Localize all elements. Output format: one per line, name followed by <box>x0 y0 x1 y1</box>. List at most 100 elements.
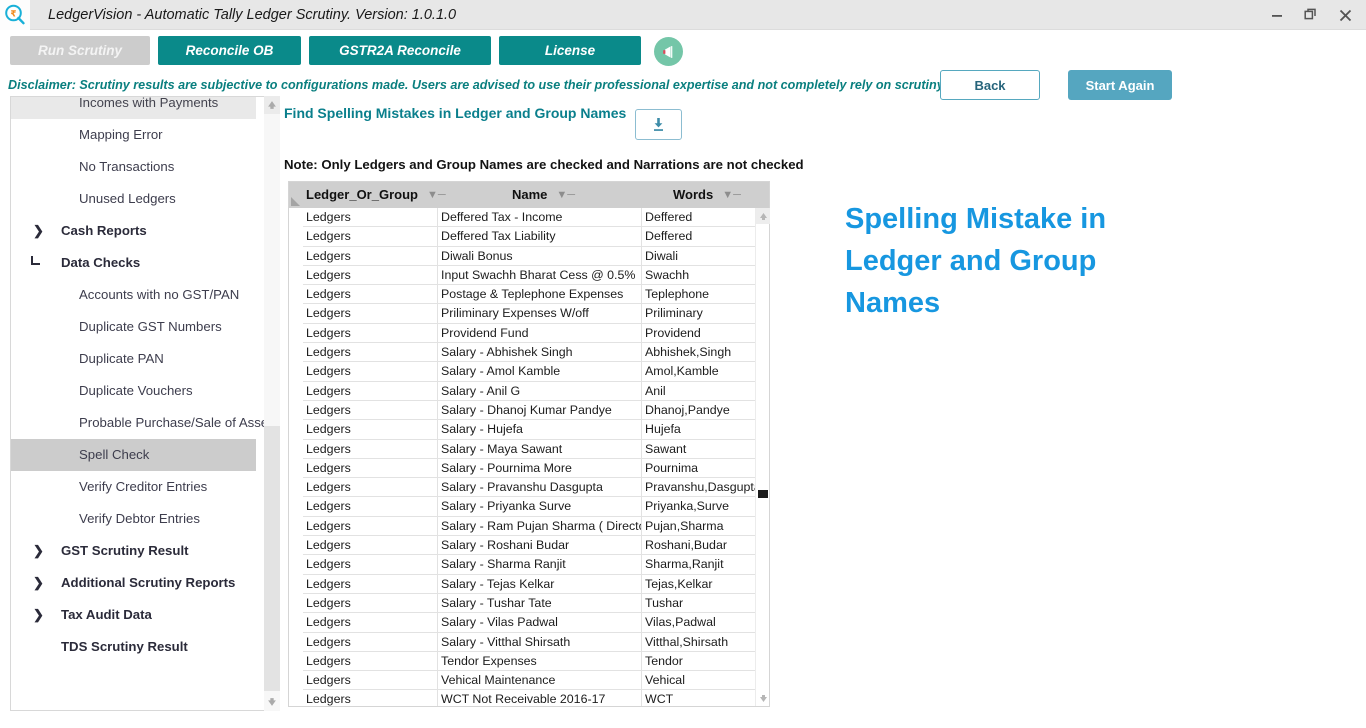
chevron-right-icon[interactable]: ❯ <box>33 599 44 631</box>
table-cell-ledger-or-group[interactable]: Ledgers <box>303 266 437 285</box>
table-corner-selector[interactable] <box>289 182 303 208</box>
table-row[interactable]: Ledgers Tendor Expenses Tendor <box>303 651 755 672</box>
table-cell-words[interactable]: Pujan,Sharma <box>641 516 755 537</box>
table-cell-name[interactable]: Vehical Maintenance <box>437 671 641 691</box>
sidebar-item-probable-purchase-sale-of-assets[interactable]: Probable Purchase/Sale of Assets <box>11 407 269 439</box>
table-cell-words[interactable]: Priliminary <box>641 304 755 324</box>
table-cell-words[interactable]: Pournima <box>641 458 755 479</box>
table-cell-ledger-or-group[interactable]: Ledgers <box>303 362 437 381</box>
table-cell-ledger-or-group[interactable]: Ledgers <box>303 536 437 555</box>
table-scroll-up-icon[interactable] <box>756 208 770 224</box>
table-cell-words[interactable]: Deffered <box>641 227 755 247</box>
table-cell-ledger-or-group[interactable]: Ledgers <box>303 420 437 439</box>
table-row[interactable]: Ledgers Postage & Teplephone Expenses Tepl… <box>303 285 755 305</box>
sidebar-item-verify-debtor-entries[interactable]: Verify Debtor Entries <box>11 503 256 535</box>
table-cell-words[interactable]: Tushar <box>641 593 755 614</box>
sidebar-item-no-transactions[interactable]: No Transactions <box>11 151 256 183</box>
gstr2a-reconcile-button[interactable]: GSTR2A Reconcile <box>309 36 491 65</box>
license-button[interactable]: License <box>499 36 641 65</box>
table-cell-words[interactable]: WCT <box>641 690 755 706</box>
table-cell-name[interactable]: Salary - Hujefa <box>437 420 641 440</box>
table-row[interactable]: Ledgers Vehical Maintenance Vehical <box>303 671 755 691</box>
sidebar-item-spell-check[interactable]: Spell Check <box>11 439 256 471</box>
table-cell-words[interactable]: Roshani,Budar <box>641 536 755 556</box>
table-row[interactable]: Ledgers Salary - Sharma Ranjit Sharma,Ranj… <box>303 555 755 575</box>
table-cell-name[interactable]: Deffered Tax - Income <box>437 208 641 228</box>
table-row[interactable]: Ledgers Salary - Abhishek Singh Abhishek,S… <box>303 343 755 363</box>
table-cell-ledger-or-group[interactable]: Ledgers <box>303 304 437 323</box>
sidebar-group-cash-reports[interactable]: ❯ Cash Reports <box>11 215 256 247</box>
table-cell-words[interactable]: Sawant <box>641 439 755 459</box>
table-cell-words[interactable]: Pravanshu,Dasgupta <box>641 478 755 498</box>
table-cell-ledger-or-group[interactable]: Ledgers <box>303 459 437 478</box>
table-cell-words[interactable]: Sharma,Ranjit <box>641 555 755 575</box>
table-cell-words[interactable]: Anil <box>641 381 755 401</box>
table-cell-name[interactable]: Input Swachh Bharat Cess @ 0.5% <box>437 265 641 286</box>
table-cell-name[interactable]: Salary - Anil G <box>437 381 641 401</box>
table-cell-name[interactable]: Salary - Pravanshu Dasgupta <box>437 478 641 498</box>
maximize-button[interactable] <box>1294 0 1328 30</box>
table-scrollbar[interactable] <box>755 208 770 706</box>
close-button[interactable] <box>1328 0 1362 30</box>
table-cell-ledger-or-group[interactable]: Ledgers <box>303 613 437 632</box>
table-cell-name[interactable]: Salary - Dhanoj Kumar Pandye <box>437 400 641 421</box>
table-cell-words[interactable]: Providend <box>641 323 755 344</box>
chevron-right-icon[interactable]: ❯ <box>33 535 44 567</box>
sidebar-item-accounts-with-no-gst-pan[interactable]: Accounts with no GST/PAN <box>11 279 256 311</box>
sidebar-item-incomes-with-payments[interactable]: Incomes with Payments <box>11 97 256 119</box>
table-cell-words[interactable]: Tendor <box>641 651 755 672</box>
sidebar-group-tds-scrutiny-result[interactable]: TDS Scrutiny Result <box>11 631 256 663</box>
table-cell-name[interactable]: Postage & Teplephone Expenses <box>437 285 641 305</box>
table-cell-ledger-or-group[interactable]: Ledgers <box>303 575 437 594</box>
table-cell-ledger-or-group[interactable]: Ledgers <box>303 497 437 516</box>
table-row[interactable]: Ledgers Salary - Pournima More Pournima <box>303 458 755 479</box>
table-cell-words[interactable]: Priyanka,Surve <box>641 497 755 517</box>
table-cell-name[interactable]: Salary - Priyanka Surve <box>437 497 641 517</box>
table-cell-ledger-or-group[interactable]: Ledgers <box>303 478 437 497</box>
table-cell-ledger-or-group[interactable]: Ledgers <box>303 633 437 652</box>
table-row[interactable]: Ledgers Salary - Amol Kamble Amol,Kamble <box>303 362 755 382</box>
table-cell-ledger-or-group[interactable]: Ledgers <box>303 401 437 420</box>
minimize-button[interactable] <box>1260 0 1294 30</box>
chevron-right-icon[interactable]: ❯ <box>33 215 44 247</box>
table-cell-name[interactable]: Salary - Roshani Budar <box>437 536 641 556</box>
filter-icon[interactable]: ▼─ <box>556 182 575 208</box>
content-scroll-up-icon[interactable] <box>264 96 280 114</box>
table-cell-name[interactable]: Salary - Tejas Kelkar <box>437 574 641 594</box>
run-scrutiny-button[interactable]: Run Scrutiny <box>10 36 150 65</box>
table-row[interactable]: Ledgers Priliminary Expenses W/off Prilimi… <box>303 304 755 324</box>
table-row[interactable]: Ledgers Salary - Vitthal Shirsath Vitthal,… <box>303 632 755 652</box>
sidebar-item-duplicate-vouchers[interactable]: Duplicate Vouchers <box>11 375 256 407</box>
column-header-name[interactable]: Name ▼─ <box>512 182 575 208</box>
table-row[interactable]: Ledgers Salary - Maya Sawant Sawant <box>303 439 755 459</box>
table-cell-ledger-or-group[interactable]: Ledgers <box>303 285 437 304</box>
table-cell-ledger-or-group[interactable]: Ledgers <box>303 671 437 690</box>
table-cell-words[interactable]: Hujefa <box>641 420 755 440</box>
sidebar-item-unused-ledgers[interactable]: Unused Ledgers <box>11 183 256 215</box>
chevron-right-icon[interactable]: ❯ <box>33 567 44 599</box>
sidebar-group-gst-scrutiny-result[interactable]: ❯ GST Scrutiny Result <box>11 535 256 567</box>
sidebar-group-tax-audit-data[interactable]: ❯ Tax Audit Data <box>11 599 256 631</box>
table-cell-words[interactable]: Abhishek,Singh <box>641 343 755 363</box>
table-row[interactable]: Ledgers Salary - Pravanshu Dasgupta Pravan… <box>303 478 755 498</box>
table-row[interactable]: Ledgers Salary - Dhanoj Kumar Pandye Dhano… <box>303 400 755 421</box>
table-cell-words[interactable]: Deffered <box>641 208 755 228</box>
table-row[interactable]: Ledgers Salary - Tejas Kelkar Tejas,Kelkar <box>303 574 755 594</box>
filter-icon[interactable]: ▼─ <box>427 182 446 208</box>
table-row[interactable]: Ledgers WCT Not Receivable 2016-17 WCT <box>303 690 755 706</box>
sidebar-item-verify-creditor-entries[interactable]: Verify Creditor Entries <box>11 471 256 503</box>
table-cell-name[interactable]: Salary - Abhishek Singh <box>437 343 641 363</box>
content-scrollbar[interactable] <box>264 96 280 711</box>
sidebar-item-duplicate-gst-numbers[interactable]: Duplicate GST Numbers <box>11 311 256 343</box>
table-row[interactable]: Ledgers Input Swachh Bharat Cess @ 0.5% Sw… <box>303 265 755 286</box>
table-cell-name[interactable]: Salary - Vilas Padwal <box>437 613 641 633</box>
table-cell-words[interactable]: Vehical <box>641 671 755 691</box>
table-cell-words[interactable]: Diwali <box>641 246 755 266</box>
table-cell-ledger-or-group[interactable]: Ledgers <box>303 517 437 536</box>
table-cell-ledger-or-group[interactable]: Ledgers <box>303 343 437 362</box>
table-cell-ledger-or-group[interactable]: Ledgers <box>303 440 437 459</box>
table-row[interactable]: Ledgers Salary - Vilas Padwal Vilas,Padwal <box>303 613 755 633</box>
table-cell-ledger-or-group[interactable]: Ledgers <box>303 652 437 671</box>
sidebar-group-additional-scrutiny-reports[interactable]: ❯ Additional Scrutiny Reports <box>11 567 256 599</box>
table-scroll-thumb[interactable] <box>758 490 768 498</box>
